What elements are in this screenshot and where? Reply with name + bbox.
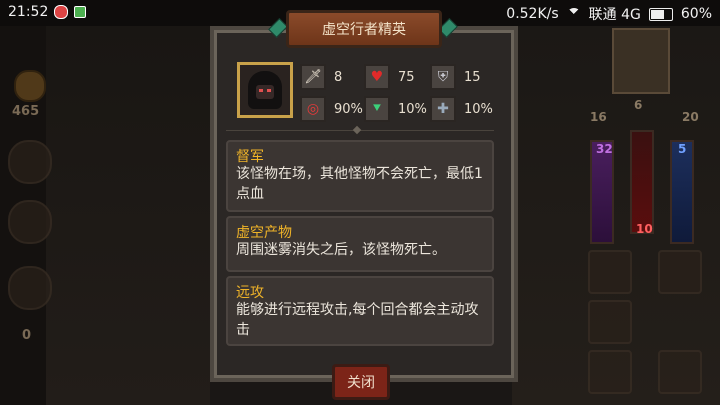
app-icon [74, 6, 87, 18]
mana-value: 32 [596, 142, 613, 156]
sword-slot-icon[interactable] [8, 266, 52, 310]
stat-defense: ⛨ 15 [430, 64, 481, 90]
crystal-slot-icon[interactable] [588, 350, 632, 394]
ability-card: 远攻 能够进行远程攻击,每个回合都会主动攻击 [226, 276, 494, 346]
hp-bar [630, 130, 654, 234]
wifi-icon [566, 8, 581, 20]
dialog-title-banner: 虚空行者精英 [286, 10, 442, 48]
stat-dodge: ⯆ 10% [364, 96, 427, 122]
carrier: 联通 4G [588, 7, 641, 23]
skull-slot-icon[interactable] [588, 300, 632, 344]
skill-slot[interactable] [588, 250, 632, 294]
ability-title: 远攻 [236, 285, 264, 301]
dodge-value: 10% [398, 101, 427, 117]
attack-value: 8 [334, 69, 343, 85]
status-left: 21:52 [8, 4, 87, 20]
network-speed: 0.52K/s [506, 6, 559, 22]
void-walker-icon [248, 71, 282, 109]
gold-count: 465 [12, 104, 40, 119]
gold-coin-icon [14, 70, 46, 102]
close-label: 关闭 [347, 375, 375, 391]
ability-title: 督军 [236, 149, 264, 165]
defense-value: 15 [464, 69, 481, 85]
ability-description: 能够进行远程攻击,每个回合都会主动攻击 [236, 302, 479, 338]
dialog-title: 虚空行者精英 [322, 22, 406, 38]
monster-face [256, 85, 274, 99]
skill-slot[interactable] [658, 250, 702, 294]
ability-title: 虚空产物 [236, 225, 292, 241]
lock-icon[interactable] [658, 350, 702, 394]
shield-value: 5 [678, 142, 687, 156]
monster-eye [259, 89, 263, 92]
hit-rate-value: 90% [334, 101, 363, 117]
status-right: 0.52K/s 联通 4G 60% [506, 4, 712, 24]
item-slot[interactable] [8, 140, 52, 184]
battery-icon [648, 7, 673, 21]
stat-hit-rate: ◎ 90% [300, 96, 363, 122]
shield-icon: ⛨ [430, 64, 456, 90]
heart-icon: ♥ [364, 64, 390, 90]
left-counter: 0 [22, 328, 32, 343]
sword-icon: 🗡 [300, 64, 326, 90]
ability-description: 周围迷雾消失之后，该怪物死亡。 [236, 242, 446, 258]
target-icon: ◎ [300, 96, 326, 122]
notification-icon [54, 5, 69, 19]
hero-defense-stat: 20 [682, 110, 699, 124]
hp-value: 75 [398, 69, 415, 85]
armor-shield-icon: ✚ [430, 96, 456, 122]
dodge-icon: ⯆ [364, 96, 390, 122]
stat-armor: ✚ 10% [430, 96, 493, 122]
hero-level: 6 [634, 98, 643, 112]
battery-level: 60% [680, 6, 712, 22]
hp-value: 10 [636, 222, 653, 236]
ability-card: 虚空产物 周围迷雾消失之后，该怪物死亡。 [226, 216, 494, 272]
hero-portrait[interactable] [612, 28, 670, 94]
monster-eye [267, 89, 271, 92]
armor-value: 10% [464, 101, 493, 117]
close-button[interactable]: 关闭 [332, 364, 390, 400]
ability-description: 该怪物在场，其他怪物不会死亡，最低1点血 [236, 166, 483, 202]
stat-hp: ♥ 75 [364, 64, 415, 90]
clock: 21:52 [8, 4, 49, 20]
item-slot[interactable] [8, 200, 52, 244]
stat-attack: 🗡 8 [300, 64, 342, 90]
monster-portrait [237, 62, 293, 118]
ability-card: 督军 该怪物在场，其他怪物不会死亡，最低1点血 [226, 140, 494, 212]
hero-attack-stat: 16 [590, 110, 607, 124]
